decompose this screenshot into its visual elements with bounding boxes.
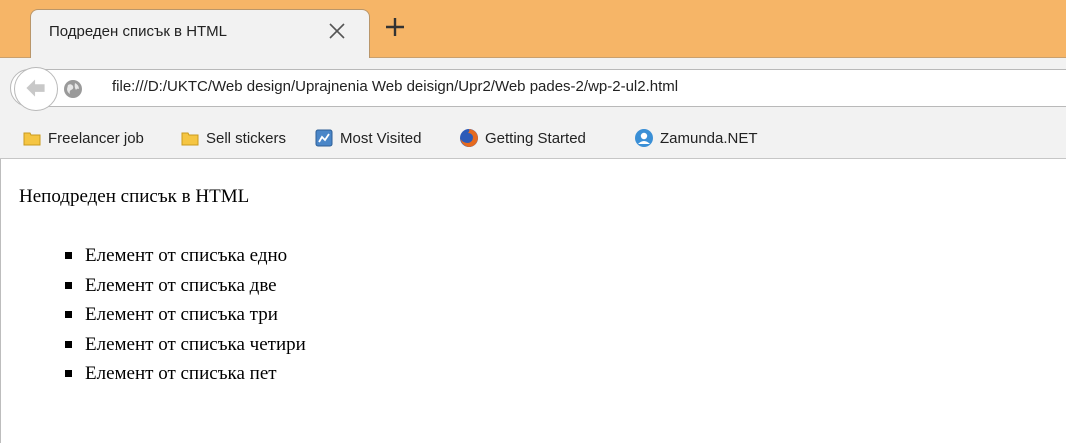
folder-icon	[23, 132, 41, 146]
square-bullet-icon	[65, 340, 72, 348]
back-button[interactable]	[14, 67, 58, 111]
bookmark-getting-started[interactable]: Getting Started	[459, 126, 586, 150]
list-item-text: Елемент от списъка пет	[85, 363, 277, 384]
bookmarks-bar: Freelancer job Sell stickers Most Visite…	[0, 118, 1066, 159]
tab-title: Подреден списък в HTML	[49, 23, 228, 40]
browser-window: Подреден списък в HTML file:///D:/UKTC/W…	[0, 0, 1066, 443]
nav-bar: file:///D:/UKTC/Web design/Uprajnenia We…	[0, 58, 1066, 118]
close-icon[interactable]	[326, 20, 348, 42]
bookmark-freelancer-job[interactable]: Freelancer job	[22, 126, 144, 150]
tab-active[interactable]: Подреден списък в HTML	[30, 9, 370, 58]
folder-icon	[181, 132, 199, 146]
list-item: Елемент от списъка пет	[65, 359, 306, 389]
bookmark-label: Freelancer job	[48, 129, 144, 147]
square-bullet-icon	[65, 281, 72, 289]
tab-strip: Подреден списък в HTML	[0, 0, 1066, 58]
list-item: Елемент от списъка две	[65, 271, 306, 301]
bookmark-zamunda[interactable]: Zamunda.NET	[634, 126, 758, 150]
globe-icon[interactable]	[62, 78, 84, 100]
list-item: Елемент от списъка три	[65, 300, 306, 330]
most-visited-icon	[315, 129, 333, 147]
firefox-icon	[460, 129, 478, 147]
unordered-list: Елемент от списъка едно Елемент от списъ…	[65, 241, 306, 389]
bookmark-label: Zamunda.NET	[660, 129, 758, 147]
bookmark-label: Getting Started	[485, 129, 586, 147]
square-bullet-icon	[65, 311, 72, 318]
list-item-text: Елемент от списъка три	[85, 304, 278, 325]
page-heading: Неподреден списък в HTML	[19, 186, 250, 207]
bookmark-label: Sell stickers	[206, 129, 287, 147]
list-item-text: Елемент от списъка едно	[85, 245, 288, 266]
back-arrow-icon	[26, 79, 45, 97]
zamunda-icon	[635, 129, 653, 147]
page-content: Неподреден списък в HTML Елемент от спис…	[0, 159, 1066, 443]
new-tab-plus-icon[interactable]	[384, 16, 406, 38]
url-text: file:///D:/UKTC/Web design/Uprajnenia We…	[112, 78, 679, 95]
list-item-text: Елемент от списъка четири	[85, 333, 306, 355]
square-bullet-icon	[65, 252, 72, 259]
square-bullet-icon	[65, 370, 72, 377]
bookmark-label: Most Visited	[340, 129, 422, 147]
list-item-text: Елемент от списъка две	[85, 274, 277, 296]
bookmark-most-visited[interactable]: Most Visited	[314, 126, 421, 150]
list-item: Елемент от списъка едно	[65, 241, 306, 271]
bookmark-sell-stickers[interactable]: Sell stickers	[180, 126, 286, 150]
list-item: Елемент от списъка четири	[65, 330, 306, 360]
